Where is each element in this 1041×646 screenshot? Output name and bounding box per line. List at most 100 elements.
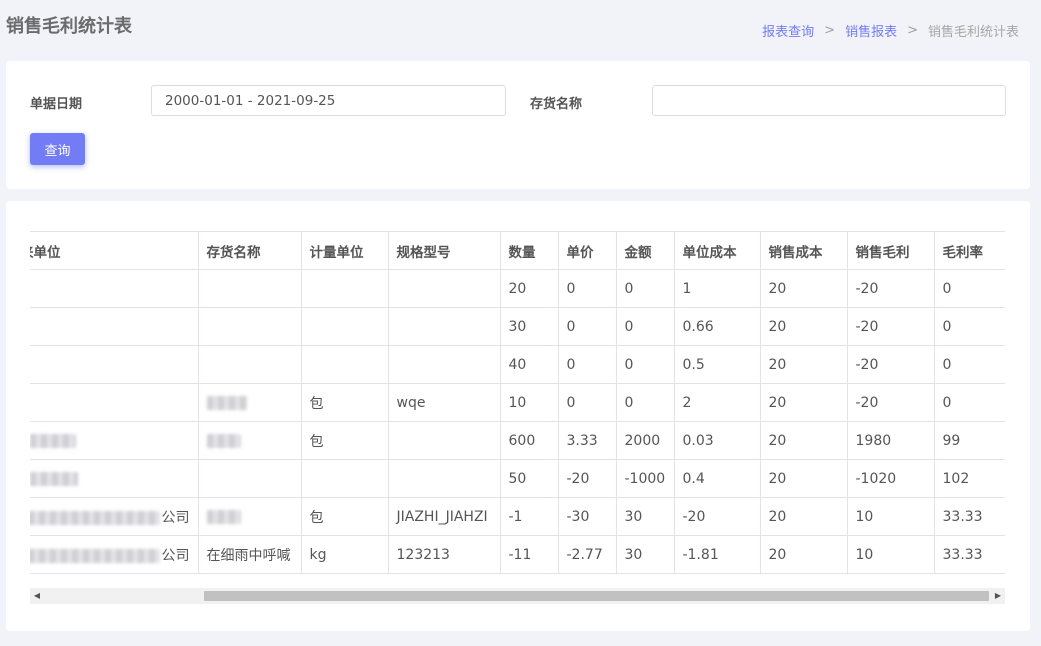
horizontal-scrollbar[interactable]: ◀ ▶ <box>30 588 1005 604</box>
table-cell: 1980 <box>846 421 935 460</box>
table-cell: 20 <box>759 535 848 574</box>
gross-profit-table: 来单位 存货名称 计量单位 规格型号 数量 单价 金额 单位成本 销售成本 销售… <box>30 231 1005 574</box>
cell-text: 公司 <box>161 509 190 526</box>
scrollbar-thumb[interactable] <box>204 591 989 601</box>
table-cell: -30 <box>557 497 617 536</box>
table-cell: 20 <box>759 421 848 460</box>
inventory-name-input[interactable] <box>652 85 1006 116</box>
table-cell: 0.66 <box>673 307 761 346</box>
table-cell: 0 <box>557 269 617 308</box>
table-cell: 600 <box>499 421 559 460</box>
table-panel: 来单位 存货名称 计量单位 规格型号 数量 单价 金额 单位成本 销售成本 销售… <box>6 201 1030 631</box>
date-label: 单据日期 <box>30 97 83 112</box>
table-viewport[interactable]: 来单位 存货名称 计量单位 规格型号 数量 单价 金额 单位成本 销售成本 销售… <box>30 231 1005 574</box>
table-cell: 1 <box>673 269 761 308</box>
table-cell <box>300 307 389 346</box>
breadcrumb-report-query[interactable]: 报表查询 <box>762 21 814 40</box>
table-cell: 102 <box>933 459 1005 498</box>
breadcrumb-separator: > <box>907 23 918 38</box>
column-header-unit-price[interactable]: 单价 <box>557 231 617 270</box>
table-cell <box>387 459 501 498</box>
breadcrumb-separator: > <box>824 23 836 38</box>
table-cell: -11 <box>499 535 559 574</box>
scroll-left-arrow-icon[interactable]: ◀ <box>30 588 44 604</box>
table-cell: 30 <box>499 307 559 346</box>
table-cell: 20 <box>759 307 848 346</box>
table-cell: JIAZHI_JIAHZI <box>387 497 501 536</box>
table-cell <box>300 269 389 308</box>
column-header-measure-unit[interactable]: 计量单位 <box>300 231 389 270</box>
table-cell: -20 <box>846 269 935 308</box>
table-cell <box>30 421 199 460</box>
table-cell: 0 <box>933 269 1005 308</box>
redacted-text <box>206 395 247 410</box>
inventory-name-label: 存货名称 <box>530 97 583 112</box>
table-cell: -1020 <box>846 459 935 498</box>
scroll-right-arrow-icon[interactable]: ▶ <box>991 588 1005 604</box>
column-header-gross-profit[interactable]: 销售毛利 <box>846 231 935 270</box>
table-cell: 10 <box>846 535 935 574</box>
table-cell: 20 <box>759 383 848 422</box>
table-cell: 0.03 <box>673 421 761 460</box>
table-row: 40 0 0 0.5 20 -20 0 <box>30 345 1005 384</box>
column-header-unit[interactable]: 来单位 <box>30 231 199 270</box>
table-cell <box>197 459 302 498</box>
table-cell: 123213 <box>387 535 501 574</box>
table-cell <box>30 269 199 308</box>
table-cell: 33.33 <box>933 535 1005 574</box>
table-cell: 33.33 <box>933 497 1005 536</box>
table-cell: -20 <box>846 383 935 422</box>
redacted-text <box>30 548 160 563</box>
table-row: 50 -20 -1000 0.4 20 -1020 102 <box>30 459 1005 498</box>
table-cell: 50 <box>499 459 559 498</box>
breadcrumb-current: 销售毛利统计表 <box>927 25 1019 40</box>
table-cell: 10 <box>499 383 559 422</box>
table-cell: 20 <box>499 269 559 308</box>
filter-panel: 单据日期 存货名称 查询 <box>6 61 1030 189</box>
table-cell: 0.5 <box>673 345 761 384</box>
table-cell: 0 <box>933 307 1005 346</box>
table-cell: -20 <box>673 497 761 536</box>
column-header-profit-rate[interactable]: 毛利率 <box>933 231 1005 270</box>
table-cell <box>197 345 302 384</box>
table-cell <box>197 307 302 346</box>
table-header-row: 来单位 存货名称 计量单位 规格型号 数量 单价 金额 单位成本 销售成本 销售… <box>30 231 1005 270</box>
column-header-spec-model[interactable]: 规格型号 <box>387 231 501 270</box>
table-cell: -1 <box>499 497 559 536</box>
column-header-unit-cost[interactable]: 单位成本 <box>673 231 761 270</box>
table-cell: 0 <box>557 307 617 346</box>
redacted-text <box>206 433 241 448</box>
column-header-quantity[interactable]: 数量 <box>499 231 559 270</box>
table-cell: 30 <box>615 497 675 536</box>
table-cell: 3.33 <box>557 421 617 460</box>
date-range-input[interactable] <box>151 85 506 116</box>
query-button[interactable]: 查询 <box>30 133 85 165</box>
table-cell: 40 <box>499 345 559 384</box>
table-cell: 20 <box>759 459 848 498</box>
table-cell: 包 <box>300 421 389 460</box>
table-cell: 20 <box>759 269 848 308</box>
column-header-sales-cost[interactable]: 销售成本 <box>759 231 848 270</box>
table-cell: wqe <box>387 383 501 422</box>
table-row: 公司 在细雨中呼喊 kg 123213 -11 -2.77 30 -1.81 2… <box>30 535 1005 574</box>
table-cell: 0 <box>933 383 1005 422</box>
table-cell: 2000 <box>615 421 675 460</box>
table-cell <box>387 345 501 384</box>
column-header-inventory-name[interactable]: 存货名称 <box>197 231 302 270</box>
table-cell: -20 <box>846 345 935 384</box>
table-cell: 包 <box>300 497 389 536</box>
table-row: 包 wqe 10 0 0 2 20 -20 0 <box>30 383 1005 422</box>
table-cell <box>300 459 389 498</box>
redacted-text <box>30 471 78 486</box>
table-cell: -2.77 <box>557 535 617 574</box>
column-header-amount[interactable]: 金额 <box>615 231 675 270</box>
table-cell <box>387 269 501 308</box>
table-row: 公司 包 JIAZHI_JIAHZI -1 -30 30 -20 20 10 3… <box>30 497 1005 536</box>
redacted-text <box>30 510 160 525</box>
table-cell: 0 <box>615 383 675 422</box>
table-cell <box>387 421 501 460</box>
table-cell <box>300 345 389 384</box>
table-cell: 0 <box>557 383 617 422</box>
breadcrumb-sales-report[interactable]: 销售报表 <box>845 21 897 40</box>
table-cell: 公司 <box>30 535 199 574</box>
